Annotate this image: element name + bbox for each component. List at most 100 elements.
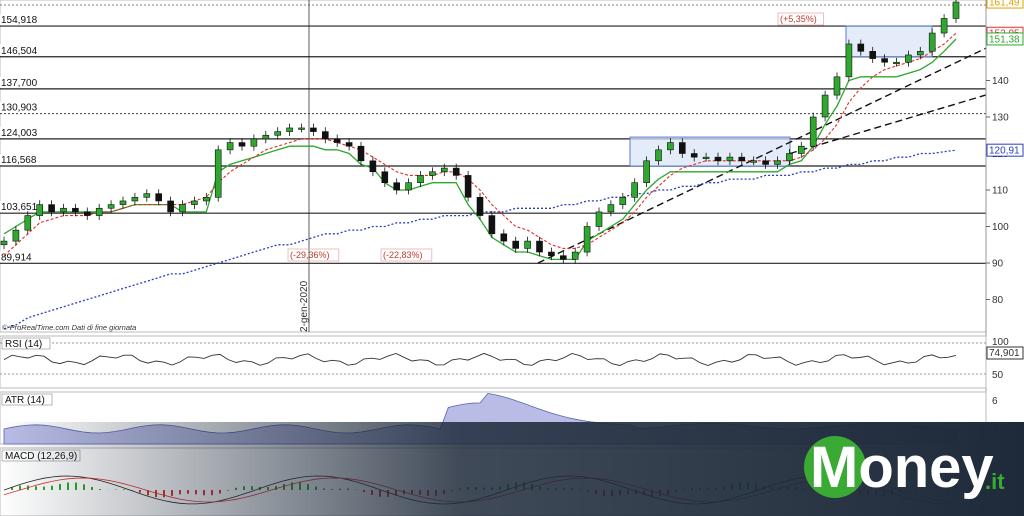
candle-body: [726, 156, 734, 162]
candle-body: [321, 131, 329, 140]
candle-body: [476, 197, 484, 216]
candle-body: [393, 182, 401, 191]
candle-body: [333, 138, 341, 143]
candle-body: [619, 197, 627, 205]
candle-body: [298, 127, 305, 130]
candle-body: [714, 156, 722, 162]
candle-body: [250, 138, 258, 147]
rsi-value: 74,901: [989, 348, 1020, 359]
candle-body: [833, 76, 841, 96]
candle-body: [595, 211, 603, 227]
logo-overlay: Money.it: [0, 422, 1024, 516]
candle-body: [512, 240, 520, 249]
level-label: 137,700: [1, 78, 38, 89]
candle-body: [559, 255, 567, 260]
candle-body: [107, 204, 115, 209]
candle-body: [48, 204, 55, 213]
y-tick-label: 110: [992, 186, 1008, 197]
candle-body: [607, 204, 615, 213]
pct-annotation: (+5,35%): [780, 14, 817, 24]
candle-body: [405, 182, 412, 191]
candle-body: [60, 207, 67, 213]
candle-body: [952, 1, 960, 19]
candle-body: [345, 142, 353, 147]
price-tag-label: 161,49: [989, 0, 1020, 9]
candle-body: [191, 200, 198, 205]
candle-body: [762, 160, 769, 165]
price-chart: 2-gen-2020 154,918 146,504 137,700 130,903 1…: [0, 0, 1024, 516]
candle-body: [274, 131, 282, 136]
candle-body: [738, 156, 746, 162]
candle-body: [655, 149, 662, 162]
logo-wordmark: Money: [810, 435, 994, 500]
candle-body: [429, 171, 436, 176]
candle-body: [167, 200, 174, 213]
atr-tick-label: 6: [992, 396, 998, 407]
candle-body: [417, 175, 424, 183]
y-tick-label: 80: [992, 295, 1004, 306]
candle-body: [0, 240, 8, 246]
candle-body: [797, 145, 805, 154]
price-tag-label: 151,38: [989, 34, 1020, 45]
candle-body: [214, 149, 222, 198]
candle-body: [84, 211, 91, 216]
candle-body: [24, 215, 32, 231]
candle-body: [310, 127, 317, 132]
candle-body: [690, 153, 698, 158]
candle-body: [893, 61, 900, 65]
level-label: 124,003: [1, 128, 38, 139]
candle-body: [155, 193, 162, 202]
candle-body: [809, 116, 817, 147]
level-label: 103,651: [1, 202, 38, 213]
level-label: 116,568: [1, 155, 37, 166]
date-label: 2-gen-2020: [299, 280, 310, 332]
level-label: 130,903: [1, 103, 38, 114]
candle-body: [203, 197, 210, 202]
candle-body: [928, 32, 936, 52]
candle-body: [881, 58, 888, 63]
candle-body: [667, 142, 674, 151]
candle-body: [179, 204, 186, 213]
candle-body: [869, 50, 877, 59]
candle-body: [845, 43, 853, 78]
candle-body: [452, 167, 460, 176]
rsi-tick-label: 100: [992, 337, 1009, 348]
candle-body: [226, 142, 234, 151]
candle-body: [36, 204, 44, 216]
candle-body: [262, 134, 270, 140]
candle-body: [940, 18, 948, 34]
candle-body: [143, 193, 151, 198]
y-tick-label: 100: [992, 222, 1009, 233]
candle-body: [571, 251, 579, 260]
candle-body: [916, 50, 924, 56]
candle-body: [857, 43, 865, 52]
price-tag-label: 120,91: [989, 146, 1020, 157]
candle-body: [95, 207, 103, 216]
y-tick-label: 140: [992, 76, 1009, 87]
candle-body: [369, 160, 377, 173]
candle-body: [524, 240, 531, 249]
candle-body: [238, 142, 246, 147]
level-label: 154,918: [1, 15, 38, 26]
candle-body: [786, 153, 793, 162]
candle-body: [500, 233, 508, 242]
candle-body: [750, 160, 758, 163]
rsi-tick-label: 50: [992, 370, 1004, 381]
logo-suffix: .it: [985, 469, 1005, 494]
pct-annotation: (-29,36%): [290, 250, 330, 260]
candle-body: [12, 229, 20, 242]
candle-body: [536, 240, 543, 253]
candle-body: [548, 251, 555, 257]
logo-text-group: Money.it: [810, 435, 1005, 500]
candle-body: [631, 182, 639, 198]
candle-body: [72, 207, 79, 213]
candle-body: [119, 200, 127, 205]
atr-label: ATR (14): [5, 395, 45, 406]
chart-stage: 2-gen-2020 154,918 146,504 137,700 130,903 1…: [0, 0, 1024, 516]
candle-body: [464, 175, 472, 198]
level-label: 146,504: [1, 46, 38, 57]
candle-body: [643, 160, 650, 184]
candle-body: [381, 171, 389, 183]
y-tick-label: 130: [992, 113, 1009, 124]
rsi-panel: [0, 335, 987, 389]
